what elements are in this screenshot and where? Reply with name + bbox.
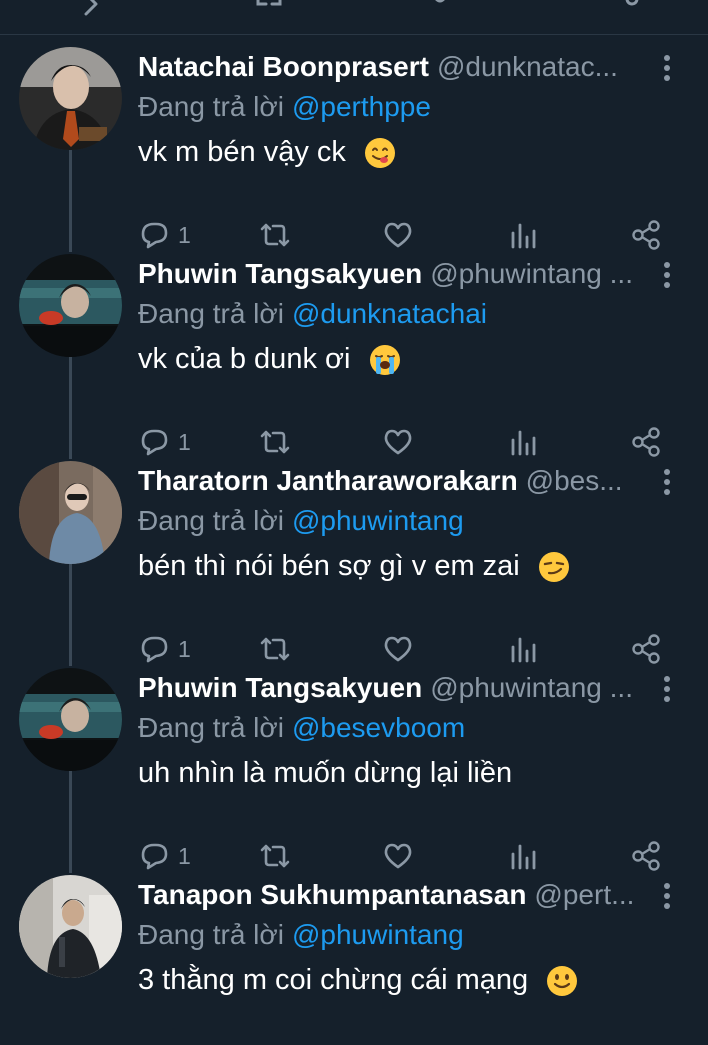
tweet-text: uh nhìn là muốn dừng lại liền — [138, 753, 512, 793]
replying-to: Đang trả lời @phuwintang — [138, 917, 464, 953]
replying-to: Đang trả lời @perthppe — [138, 89, 431, 125]
avatar[interactable] — [19, 668, 122, 771]
slightly-smiling-face-emoji — [547, 966, 578, 997]
user-handle[interactable]: @pert... — [534, 879, 634, 910]
smirking-face-emoji — [538, 552, 569, 583]
tweet-body: vk của b dunk ơi — [138, 343, 351, 375]
user-handle[interactable]: @bes... — [526, 465, 623, 496]
mention-link[interactable]: @phuwintang — [292, 919, 464, 950]
mention-link[interactable]: @dunknatachai — [292, 298, 487, 329]
tweet-body: vk m bén vậy ck — [138, 136, 346, 168]
avatar[interactable] — [19, 875, 122, 978]
user-handle[interactable]: @phuwintang ... — [430, 258, 633, 289]
tweet-header: Phuwin Tangsakyuen @phuwintang ... — [138, 670, 648, 706]
display-name[interactable]: Phuwin Tangsakyuen — [138, 672, 422, 703]
replying-to: Đang trả lời @phuwintang — [138, 503, 464, 539]
tweet-item[interactable]: Tharatorn Jantharaworakarn @bes... Đang t… — [0, 451, 708, 664]
previous-tweet-action-icons — [84, 0, 639, 16]
face-savoring-emoji — [364, 138, 395, 169]
tweet-header: Tanapon Sukhumpantanasan @pert... — [138, 877, 648, 913]
display-name[interactable]: Phuwin Tangsakyuen — [138, 258, 422, 289]
previous-tweet-actions — [0, 0, 708, 34]
mention-link[interactable]: @perthppe — [292, 91, 431, 122]
tweet-item[interactable]: Tanapon Sukhumpantanasan @pert... Đang tr… — [0, 865, 708, 1045]
avatar[interactable] — [19, 461, 122, 564]
replying-to-label: Đang trả lời — [138, 919, 284, 950]
replying-to-label: Đang trả lời — [138, 91, 284, 122]
tweet-body: 3 thằng m coi chừng cái mạng — [138, 964, 529, 996]
more-options-button[interactable] — [652, 881, 682, 911]
divider — [0, 34, 708, 35]
display-name[interactable]: Tharatorn Jantharaworakarn — [138, 465, 518, 496]
more-options-button[interactable] — [652, 467, 682, 497]
more-options-button[interactable] — [652, 53, 682, 83]
more-options-button[interactable] — [652, 674, 682, 704]
replying-to-label: Đang trả lời — [138, 505, 284, 536]
tweet-text: vk của b dunk ơi — [138, 339, 401, 379]
reply-thread-screen: Natachai Boonprasert @dunknatac... Đang t… — [0, 0, 708, 1045]
tweet-header: Tharatorn Jantharaworakarn @bes... — [138, 463, 648, 499]
tweet-text: bén thì nói bén sợ gì v em zai — [138, 546, 570, 586]
mention-link[interactable]: @besevboom — [292, 712, 465, 743]
replying-to: Đang trả lời @besevboom — [138, 710, 465, 746]
tweet-body: uh nhìn là muốn dừng lại liền — [138, 757, 513, 789]
tweet-item[interactable]: Phuwin Tangsakyuen @phuwintang ... Đang t… — [0, 244, 708, 457]
replying-to-label: Đang trả lời — [138, 298, 284, 329]
tweet-text: 3 thằng m coi chừng cái mạng — [138, 960, 578, 1000]
tweet-header: Phuwin Tangsakyuen @phuwintang ... — [138, 256, 648, 292]
user-handle[interactable]: @dunknatac... — [437, 51, 618, 82]
replying-to: Đang trả lời @dunknatachai — [138, 296, 487, 332]
tweet-item[interactable]: Phuwin Tangsakyuen @phuwintang ... Đang t… — [0, 658, 708, 871]
avatar[interactable] — [19, 47, 122, 150]
tweet-header: Natachai Boonprasert @dunknatac... — [138, 49, 648, 85]
mention-link[interactable]: @phuwintang — [292, 505, 464, 536]
user-handle[interactable]: @phuwintang ... — [430, 672, 633, 703]
display-name[interactable]: Natachai Boonprasert — [138, 51, 429, 82]
replying-to-label: Đang trả lời — [138, 712, 284, 743]
tweet-text: vk m bén vậy ck — [138, 132, 396, 172]
display-name[interactable]: Tanapon Sukhumpantanasan — [138, 879, 526, 910]
loudly-crying-face-emoji — [369, 345, 400, 376]
more-options-button[interactable] — [652, 260, 682, 290]
tweet-item[interactable]: Natachai Boonprasert @dunknatac... Đang t… — [0, 37, 708, 250]
avatar[interactable] — [19, 254, 122, 357]
tweet-body: bén thì nói bén sợ gì v em zai — [138, 550, 520, 582]
